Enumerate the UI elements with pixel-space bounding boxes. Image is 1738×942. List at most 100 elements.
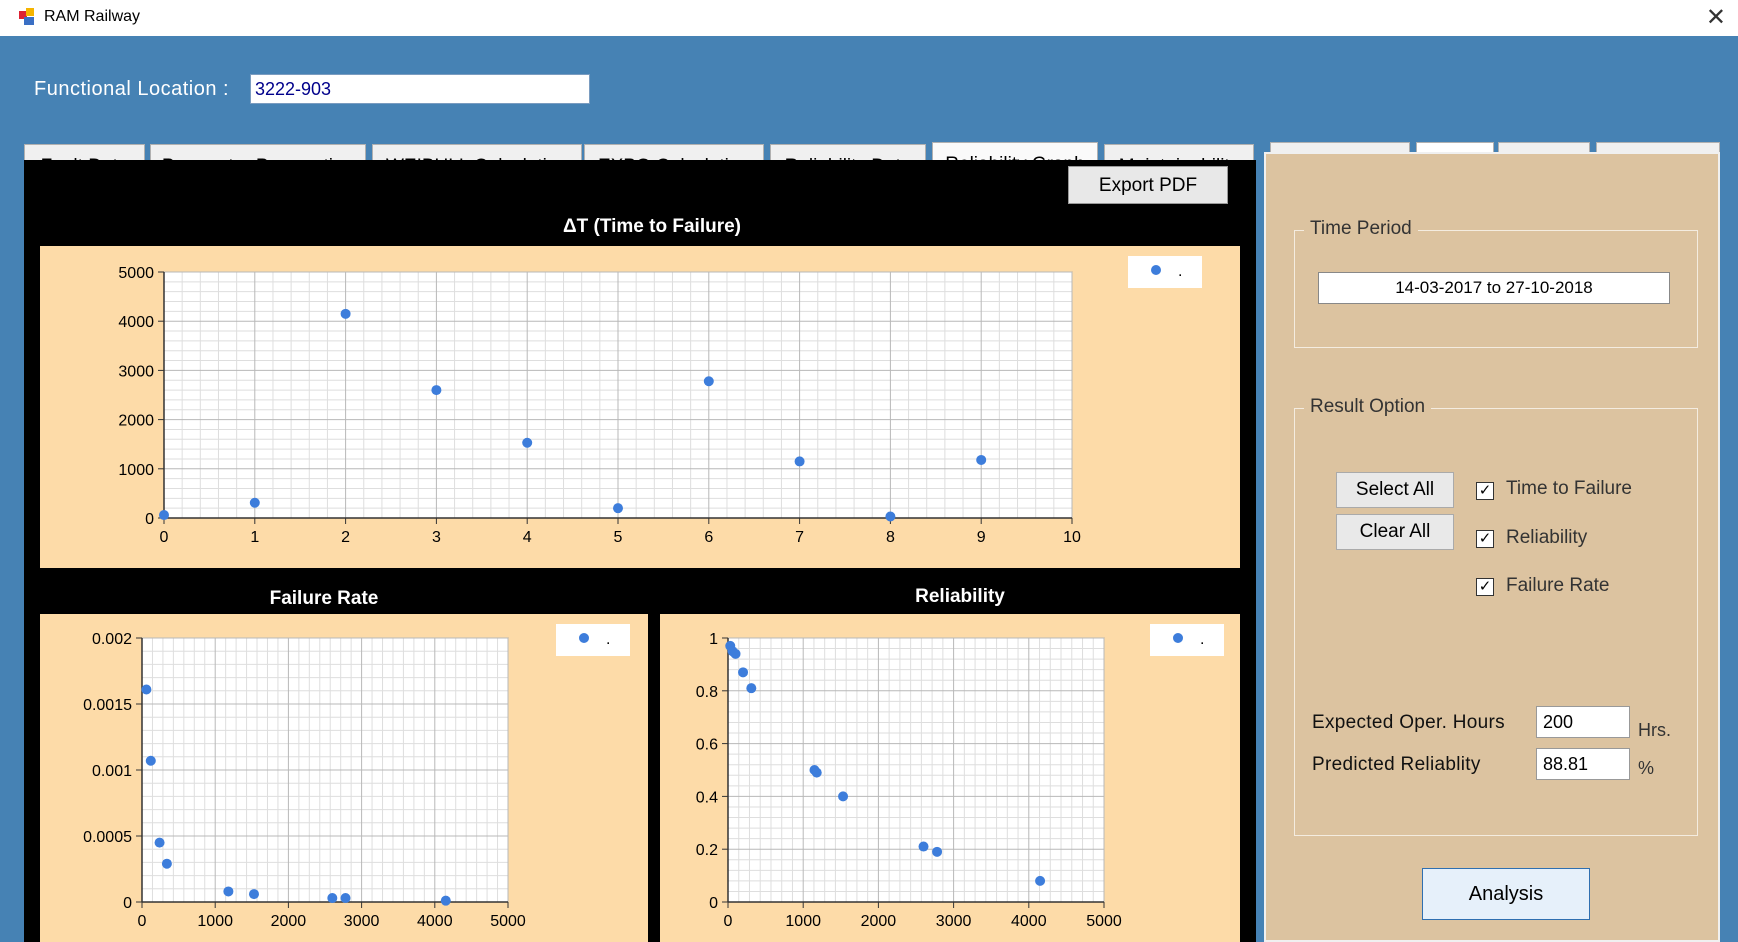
time-period-field[interactable]: 14-03-2017 to 27-10-2018 [1318,272,1670,304]
fr-data-point [440,895,451,906]
charts-canvas: ΔT (Time to Failure)0 1 2 3 4 5 6 7 8 9 1001000200… [40,216,1240,942]
rel-chart-title: Reliability [915,586,1005,607]
fr-x-tick-label: 5000 [490,913,526,930]
fr-data-point [145,755,156,766]
fr-y-tick-label: 0 [123,895,132,912]
dt-x-tick-label: 3 [432,529,441,546]
dt-legend-label: . [1178,263,1182,280]
close-icon[interactable]: ✕ [1706,3,1726,32]
result-option-title: Result Option [1304,396,1432,418]
fr-data-point [161,858,172,869]
fr-data-point [340,893,351,904]
fr-x-tick-label: 4000 [417,913,453,930]
rel-x-tick-label: 0 [724,913,733,930]
fr-x-tick-label: 0 [138,913,147,930]
clear-all-button[interactable]: Clear All [1336,514,1454,550]
dt-legend [1128,256,1202,288]
rel-legend [1150,624,1224,656]
fr-legend [556,624,630,656]
expected-hours-input[interactable] [1536,706,1630,738]
dt-y-tick-label: 0 [145,511,154,528]
fr-x-tick-label: 3000 [344,913,380,930]
rel-data-point [746,683,757,694]
expected-hours-unit: Hrs. [1638,720,1671,740]
fr-y-tick-label: 0.0005 [83,829,132,846]
reliability-checkbox[interactable]: ✓ [1476,530,1494,548]
time-period-title: Time Period [1304,218,1418,240]
dt-y-tick-label: 5000 [118,265,154,282]
fr-data-point [141,684,152,695]
predicted-reliability-label: Predicted Reliablity [1312,754,1481,775]
dt-x-tick-label: 6 [704,529,713,546]
dt-data-point [431,385,442,396]
expected-hours-label: Expected Oper. Hours [1312,712,1505,733]
export-pdf-button[interactable]: Export PDF [1068,166,1228,204]
rel-x-tick-label: 4000 [1011,913,1047,930]
rel-legend-marker [1173,633,1183,643]
rel-data-point [838,791,849,802]
dt-x-tick-label: 9 [977,529,986,546]
rel-y-tick-label: 0.4 [696,789,718,806]
rel-x-tick-label: 2000 [861,913,897,930]
dt-data-point [794,456,805,467]
dt-y-tick-label: 2000 [118,413,154,430]
rel-y-tick-label: 0 [709,895,718,912]
failure-rate-label: Failure Rate [1506,575,1610,596]
rel-x-tick-label: 1000 [785,913,821,930]
dt-x-tick-label: 0 [160,529,169,546]
dt-data-point [613,503,623,514]
fr-y-tick-label: 0.002 [92,631,132,648]
dt-data-point [703,376,714,387]
dt-data-point [976,454,987,465]
select-all-button[interactable]: Select All [1336,472,1454,508]
failure-rate-checkbox[interactable]: ✓ [1476,578,1494,596]
reliability-label: Reliability [1506,527,1588,548]
dt-x-tick-label: 2 [341,529,350,546]
fr-data-point [223,886,234,897]
fr-data-point [327,893,338,904]
dt-legend-marker [1151,265,1161,275]
dt-y-tick-label: 1000 [118,462,154,479]
rel-data-point [918,841,929,852]
dt-data-point [249,497,260,508]
dt-x-tick-label: 5 [614,529,623,546]
rel-y-tick-label: 1 [709,631,718,648]
fr-legend-marker [579,633,589,643]
dt-x-tick-label: 4 [523,529,532,546]
predicted-reliability-input [1536,748,1630,780]
dt-y-tick-label: 4000 [118,314,154,331]
rel-data-point [811,767,822,778]
dt-x-tick-label: 7 [795,529,804,546]
rel-data-point [730,648,741,659]
dt-x-tick-label: 8 [886,529,895,546]
analysis-button[interactable]: Analysis [1422,868,1590,920]
rel-data-point [932,846,943,857]
fr-data-point [154,837,165,848]
dt-x-tick-label: 10 [1063,529,1081,546]
rel-y-tick-label: 0.2 [696,842,718,859]
rel-x-tick-label: 3000 [936,913,972,930]
fr-y-tick-label: 0.0015 [83,697,132,714]
fr-x-tick-label: 1000 [197,913,233,930]
dt-data-point [885,511,896,522]
dt-chart-title: ΔT (Time to Failure) [563,216,741,237]
fr-legend-label: . [606,631,610,648]
rel-y-tick-label: 0.6 [696,737,718,754]
dt-y-tick-label: 3000 [118,363,154,380]
rel-x-tick-label: 5000 [1086,913,1122,930]
dt-data-point [159,510,169,521]
rel-data-point [738,667,749,678]
fr-x-tick-label: 2000 [271,913,307,930]
fr-y-tick-label: 0.001 [92,763,132,780]
time-to-failure-label: Time to Failure [1506,478,1632,499]
predicted-reliability-unit: % [1638,758,1655,778]
dt-data-point [340,308,351,319]
rel-y-tick-label: 0.8 [696,684,718,701]
rel-data-point [1035,875,1046,886]
time-to-failure-checkbox[interactable]: ✓ [1476,482,1494,500]
dt-data-point [522,437,533,448]
rel-legend-label: . [1200,631,1204,648]
fr-chart-title: Failure Rate [270,588,379,609]
dt-x-tick-label: 1 [250,529,259,546]
rel-plot-area [727,637,1105,903]
